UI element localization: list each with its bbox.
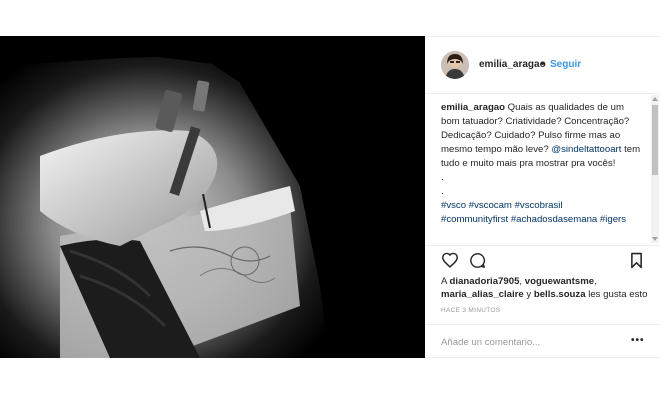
like-user-3[interactable]: maria_alias_claire	[441, 289, 524, 300]
avatar[interactable]	[441, 51, 469, 79]
comment-box: •••	[425, 324, 660, 359]
post-actions-bar	[425, 245, 660, 275]
caption-dot-1: .	[441, 172, 444, 183]
post-details-panel: emilia_aragao • Seguir emilia_aragao Qua…	[425, 36, 660, 358]
author-username[interactable]: emilia_aragao	[479, 59, 546, 70]
scroll-down-arrow-icon[interactable]	[652, 237, 658, 241]
scrollbar-thumb[interactable]	[652, 105, 658, 175]
post-photo[interactable]	[0, 36, 425, 358]
likes-summary: A dianadoria7905, voguewantsme, maria_al…	[441, 275, 651, 301]
follow-button[interactable]: Seguir	[550, 59, 581, 70]
caption-mention-link[interactable]: @sindeltattooart	[551, 144, 621, 155]
like-user-2[interactable]: voguewantsme	[525, 276, 594, 287]
caption-hashtags-line-2[interactable]: #communityfirst #achadosdasemana #igers	[441, 214, 626, 225]
likes-separator: ,	[594, 276, 597, 287]
likes-conjunction: y	[526, 289, 532, 300]
scroll-up-arrow-icon[interactable]	[652, 97, 658, 101]
heart-icon[interactable]	[441, 252, 459, 273]
likes-suffix: les gusta esto	[588, 289, 648, 300]
comment-icon[interactable]	[469, 252, 486, 274]
tattoo-photo-image	[0, 36, 425, 358]
post-container: emilia_aragao • Seguir emilia_aragao Qua…	[0, 36, 660, 358]
header-separator: •	[541, 59, 545, 70]
like-user-1[interactable]: dianadoria7905	[450, 276, 520, 287]
caption-dot-2: .	[441, 186, 444, 197]
post-caption: emilia_aragao Quais as qualidades de um …	[441, 101, 641, 242]
post-timestamp[interactable]: HACE 3 MINUTOS	[441, 307, 500, 314]
like-user-4[interactable]: bells.souza	[534, 289, 586, 300]
comment-input[interactable]	[441, 334, 621, 350]
more-options-icon[interactable]: •••	[631, 335, 645, 346]
likes-separator: ,	[519, 276, 523, 287]
caption-scrollbar[interactable]	[651, 95, 659, 243]
post-header: emilia_aragao • Seguir	[425, 37, 660, 94]
caption-username[interactable]: emilia_aragao	[441, 102, 505, 113]
bookmark-icon[interactable]	[630, 252, 643, 274]
likes-prefix: A	[441, 276, 447, 287]
caption-hashtags-line-1[interactable]: #vsco #vscocam #vscobrasil	[441, 200, 563, 211]
